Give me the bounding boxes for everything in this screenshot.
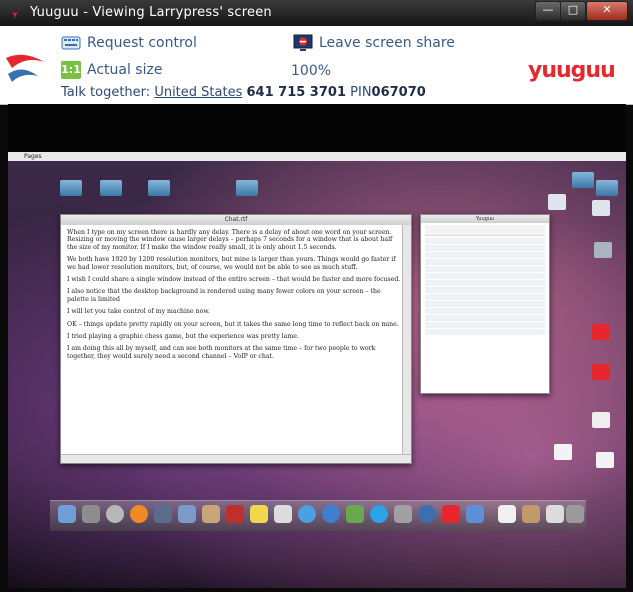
app-dock-icon[interactable] — [466, 505, 484, 523]
remote-panel-toolbar — [425, 225, 545, 236]
remote-menubar-app: Pages — [24, 153, 42, 160]
request-control-button[interactable]: Request control — [61, 34, 197, 52]
desktop-file-icon[interactable] — [592, 412, 610, 428]
list-item — [425, 280, 545, 286]
close-button[interactable]: ✕ — [586, 1, 628, 21]
list-item — [425, 273, 545, 279]
desktop-folder-icon[interactable] — [236, 180, 258, 196]
desktop-folder-icon[interactable] — [100, 180, 122, 196]
remote-panel-title: Yuuguu — [421, 215, 549, 223]
desktop-folder-icon[interactable] — [60, 180, 82, 196]
desktop-file-icon[interactable] — [596, 452, 614, 468]
pin-label: PIN — [350, 85, 372, 100]
keyboard-icon — [61, 34, 81, 52]
desktop-file-icon[interactable] — [548, 194, 566, 210]
desktop-file-icon[interactable] — [554, 444, 572, 460]
leave-screen-share-label: Leave screen share — [319, 35, 455, 51]
minimize-button[interactable]: — — [535, 1, 561, 21]
app-dock-icon[interactable] — [154, 505, 172, 523]
app-dock-icon[interactable] — [546, 505, 564, 523]
document-title: Chat.rtf — [61, 215, 411, 225]
desktop-folder-icon[interactable] — [148, 180, 170, 196]
list-item — [425, 266, 545, 272]
list-item — [425, 315, 545, 321]
finder-dock-icon[interactable] — [58, 505, 76, 523]
desktop-folder-icon[interactable] — [572, 172, 594, 188]
list-item — [425, 322, 545, 328]
document-status-bar — [61, 454, 411, 463]
dashboard-dock-icon[interactable] — [82, 505, 100, 523]
document-dock-icon[interactable] — [498, 505, 516, 523]
yuuguu-desktop-icon[interactable] — [592, 364, 610, 380]
pin-code: 067070 — [371, 85, 426, 100]
skype-dock-icon[interactable] — [370, 505, 388, 523]
remote-document-window[interactable]: Chat.rtf When I type on my screen there … — [60, 214, 412, 464]
maximize-button[interactable]: □ — [560, 1, 586, 21]
app-dock-icon[interactable] — [522, 505, 540, 523]
actual-size-label: Actual size — [87, 62, 163, 78]
request-control-label: Request control — [87, 35, 197, 51]
desktop-file-icon[interactable] — [594, 242, 612, 258]
share-toolbar: Request control Leave screen share yuugu… — [0, 26, 633, 105]
app-dock-icon[interactable] — [178, 505, 196, 523]
dial-in-number: 641 715 3701 — [246, 85, 346, 100]
country-link[interactable]: United States — [154, 85, 242, 100]
actual-size-badge-icon: 1:1 — [61, 61, 81, 79]
monitor-exit-icon — [293, 34, 313, 52]
remote-desktop[interactable]: Pages Chat.rtf When I type on my screen … — [8, 152, 626, 588]
title-bar[interactable]: Yuuguu - Viewing Larrypress' screen — □ … — [0, 0, 633, 26]
yuuguu-app-icon — [9, 7, 21, 19]
app-dock-icon[interactable] — [394, 505, 412, 523]
app-dock-icon[interactable] — [346, 505, 364, 523]
document-paragraph: I wish I could share a single window ins… — [67, 276, 401, 284]
desktop-file-icon[interactable] — [592, 200, 610, 216]
list-item — [425, 329, 545, 335]
document-paragraph: We both have 1920 by 1200 resolution mon… — [67, 256, 396, 271]
app-dock-icon[interactable] — [322, 505, 340, 523]
talk-together-label: Talk together: — [61, 85, 151, 100]
remote-yuuguu-panel[interactable]: Yuuguu — [420, 214, 550, 394]
trash-dock-icon[interactable] — [566, 505, 584, 523]
remote-menubar: Pages — [8, 152, 626, 161]
app-dock-icon[interactable] — [274, 505, 292, 523]
remote-dock — [50, 500, 586, 531]
document-paragraph: OK – things update pretty rapidly on you… — [67, 320, 399, 328]
talk-together-info: Talk together: United States 641 715 370… — [61, 85, 426, 100]
app-dock-icon[interactable] — [418, 505, 436, 523]
window-title: Yuuguu - Viewing Larrypress' screen — [30, 5, 272, 20]
document-text[interactable]: When I type on my screen there is hardly… — [67, 229, 401, 447]
list-item — [425, 245, 545, 251]
yuuguu-dock-icon[interactable] — [442, 505, 460, 523]
shared-screen-viewport[interactable]: Pages Chat.rtf When I type on my screen … — [8, 104, 626, 588]
list-item — [425, 238, 545, 244]
yuuguu-logo: yuuguu — [528, 58, 616, 83]
app-dock-icon[interactable] — [202, 505, 220, 523]
list-item — [425, 287, 545, 293]
document-scrollbar[interactable] — [402, 225, 411, 455]
safari-dock-icon[interactable] — [298, 505, 316, 523]
list-item — [425, 294, 545, 300]
app-dock-icon[interactable] — [226, 505, 244, 523]
document-paragraph: I will let you take control of my machin… — [67, 308, 210, 316]
desktop-folder-icon[interactable] — [596, 180, 618, 196]
swirl-decoration-icon — [6, 54, 44, 82]
list-item — [425, 252, 545, 258]
document-paragraph: I also notice that the desktop backgroun… — [67, 288, 381, 303]
firefox-dock-icon[interactable] — [130, 505, 148, 523]
yuuguu-desktop-icon[interactable] — [592, 324, 610, 340]
stickies-dock-icon[interactable] — [250, 505, 268, 523]
document-paragraph: When I type on my screen there is hardly… — [67, 229, 393, 251]
yuuguu-viewer-window: Yuuguu - Viewing Larrypress' screen — □ … — [0, 0, 633, 592]
document-paragraph: I tried playing a graphic chess game, bu… — [67, 333, 299, 341]
document-paragraph: I am doing this all by myself, and can s… — [67, 345, 376, 360]
list-item — [425, 301, 545, 307]
list-item — [425, 308, 545, 314]
list-item — [425, 259, 545, 265]
actual-size-button[interactable]: 1:1 Actual size — [61, 61, 162, 79]
system-preferences-dock-icon[interactable] — [106, 505, 124, 523]
leave-screen-share-button[interactable]: Leave screen share — [293, 34, 455, 52]
zoom-level: 100% — [291, 63, 332, 79]
